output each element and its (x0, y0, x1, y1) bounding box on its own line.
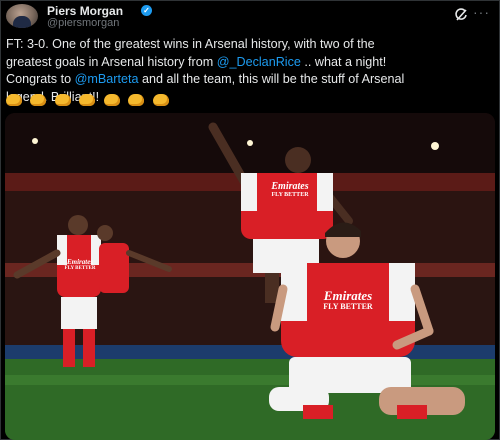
clapping-hands-icon (30, 94, 47, 106)
tweet-photo[interactable]: Emirates FLY BETTER Emirates FLY BETTER … (5, 113, 495, 440)
tweet-text-segment: greatest goals in Arsenal history from (6, 54, 217, 69)
sponsor-name: Emirates (323, 288, 373, 303)
grok-icon[interactable] (454, 8, 468, 22)
clapping-hands-icon (128, 94, 145, 106)
verified-badge-icon: ✓ (141, 5, 152, 16)
tweet-text-segment: .. what a night! (300, 54, 387, 69)
tweet-line: Congrats to @mBarteta and all the team, … (6, 71, 492, 89)
sponsor-text-left: Emirates FLY BETTER (60, 259, 100, 272)
profile-avatar[interactable] (6, 4, 38, 28)
sponsor-tagline: FLY BETTER (323, 302, 373, 311)
sponsor-text-main: Emirates FLY BETTER (308, 289, 388, 311)
advertising-board (5, 345, 495, 359)
mention-link-mbarteta[interactable]: @mBarteta (75, 72, 139, 86)
emoji-row (6, 92, 173, 106)
tweet-text-segment: Congrats to (6, 72, 75, 86)
mention-link-declanrice[interactable]: @_DeclanRice (217, 55, 301, 69)
tweet-header: Piers Morgan ✓ @piersmorgan ··· (6, 3, 494, 29)
tweet-line: FT: 3-0. One of the greatest wins in Ars… (6, 37, 375, 51)
sponsor-tagline: FLY BETTER (64, 266, 96, 271)
clapping-hands-icon (79, 94, 96, 106)
sponsor-tagline: FLY BETTER (271, 192, 309, 198)
celebration-photo (5, 113, 495, 440)
clapping-hands-icon (152, 94, 169, 106)
sponsor-name: Emirates (66, 258, 94, 266)
clapping-hands-icon (54, 94, 71, 106)
tweet-line: greatest goals in Arsenal history from @… (6, 54, 492, 72)
tweet-text-segment: and all the team, this will be the stuff… (138, 72, 405, 86)
sponsor-name: Emirates (271, 181, 309, 192)
author-name[interactable]: Piers Morgan (47, 4, 123, 18)
clapping-hands-icon (103, 94, 120, 106)
sponsor-text-jumping: Emirates FLY BETTER (261, 182, 319, 199)
more-options-icon[interactable]: ··· (473, 5, 490, 19)
author-handle[interactable]: @piersmorgan (47, 17, 119, 29)
clapping-hands-icon (6, 94, 22, 106)
